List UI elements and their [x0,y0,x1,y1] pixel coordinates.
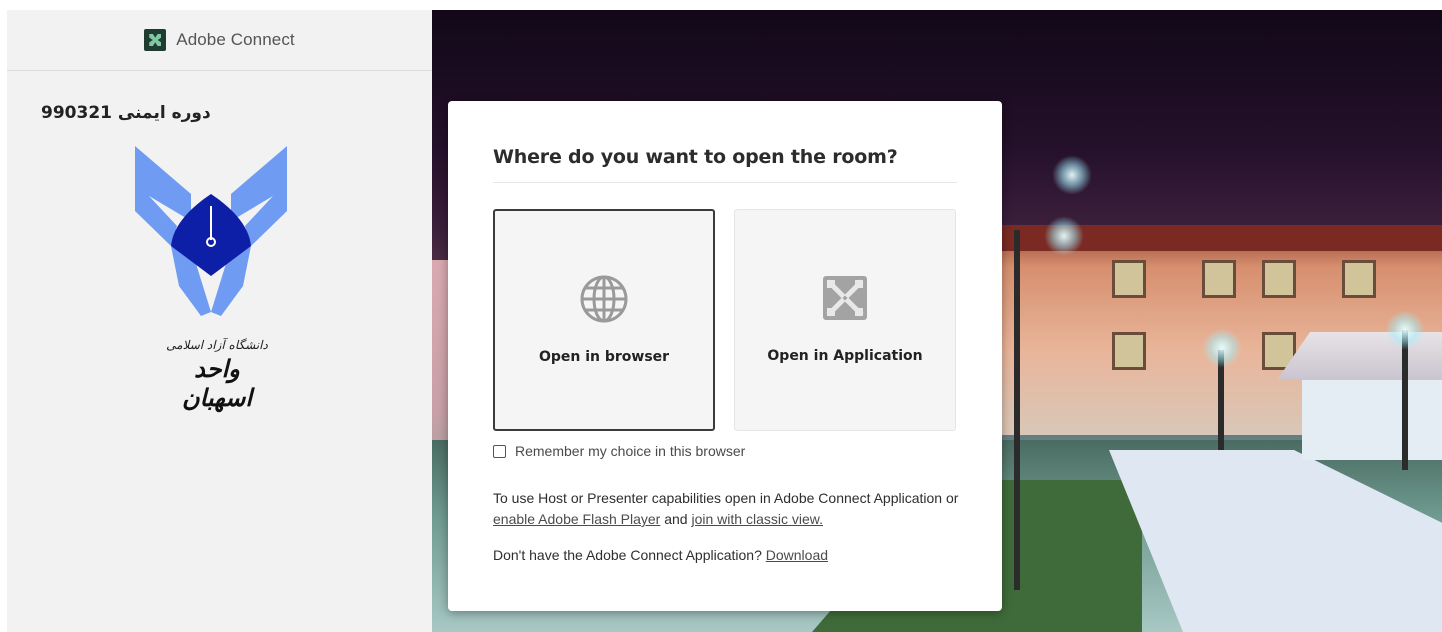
info-text-2: and [660,511,692,527]
photo-lamp-light [1052,155,1092,195]
photo-lamp-post [1402,330,1408,470]
enable-flash-link[interactable]: enable Adobe Flash Player [493,511,660,527]
adobe-connect-app-icon [823,276,867,320]
remember-choice-label: Remember my choice in this browser [515,443,746,459]
photo-lamp-light [1385,310,1425,350]
open-in-browser-option[interactable]: Open in browser [493,209,715,431]
photo-window [1262,260,1296,298]
photo-lamp-light [1044,216,1084,256]
photo-window [1342,260,1376,298]
photo-lamp-post [1014,230,1020,590]
photo-window [1202,260,1236,298]
university-emblem-icon [135,146,287,316]
dialog-title: Where do you want to open the room? [493,146,898,168]
title-divider [493,182,957,183]
brand-bar: Adobe Connect [7,10,432,71]
university-caption: دانشگاه آزاد اسلامی واحد اسهبان [157,338,277,412]
app-frame: Adobe Connect دوره ایمنی 990321 دانشگاه … [7,10,1442,632]
download-link[interactable]: Download [766,547,828,563]
photo-right-wing [1302,380,1442,460]
open-in-application-option[interactable]: Open in Application [734,209,956,431]
brand-name: Adobe Connect [176,30,295,49]
photo-window [1112,260,1146,298]
university-caption-small: دانشگاه آزاد اسلامی [166,338,268,352]
download-prompt: Don't have the Adobe Connect Application… [493,547,828,563]
room-info-panel: Adobe Connect دوره ایمنی 990321 دانشگاه … [7,10,432,632]
info-text-1: To use Host or Presenter capabilities op… [493,490,959,506]
download-prompt-text: Don't have the Adobe Connect Application… [493,547,766,563]
open-in-browser-label: Open in browser [538,349,670,365]
open-in-application-label: Open in Application [767,348,923,364]
remember-choice[interactable]: Remember my choice in this browser [493,443,745,459]
room-name: دوره ایمنی 990321 [41,103,211,123]
host-presenter-info: To use Host or Presenter capabilities op… [493,488,963,530]
globe-icon [580,275,628,323]
open-room-dialog: Where do you want to open the room? Open… [448,101,1002,611]
classic-view-link[interactable]: join with classic view. [691,511,823,527]
photo-window [1112,332,1146,370]
remember-choice-checkbox[interactable] [493,444,506,458]
university-caption-big: واحد اسهبان [181,354,253,412]
photo-lamp-light [1202,328,1242,368]
adobe-connect-logo-icon [144,29,167,51]
